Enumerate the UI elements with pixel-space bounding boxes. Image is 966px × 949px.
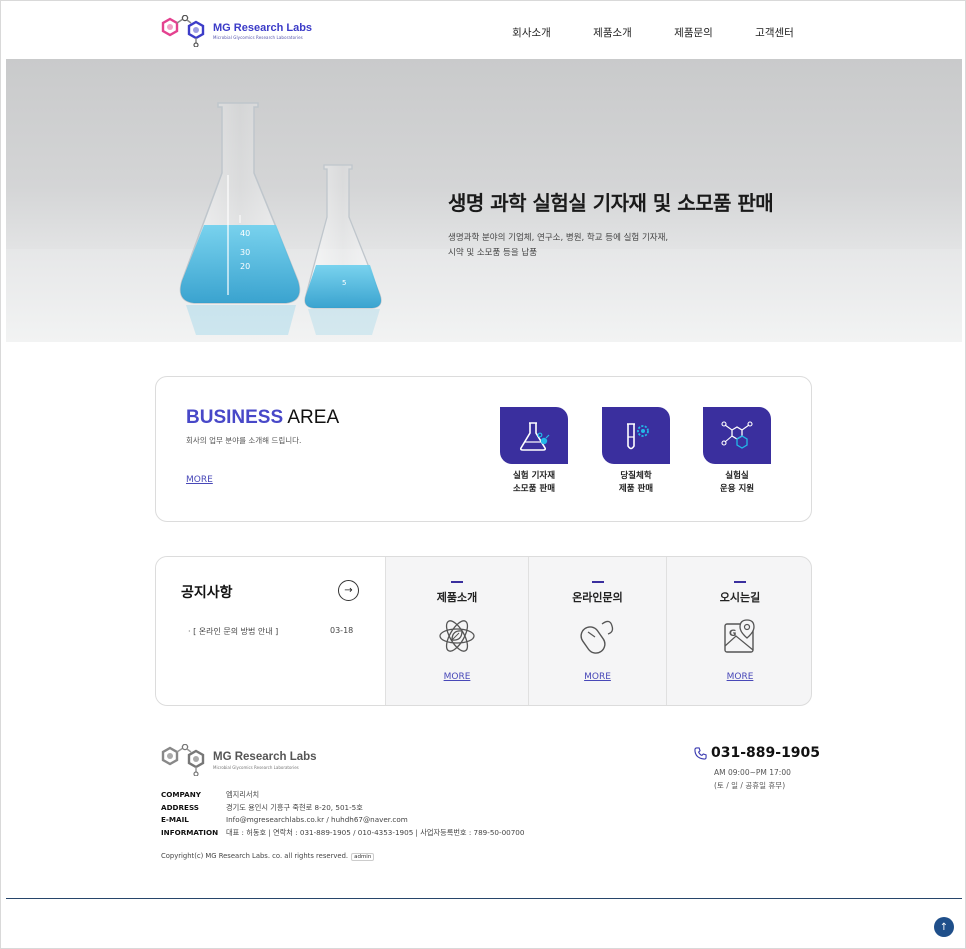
nav-inquiry[interactable]: 제품문의 [653,25,734,40]
atom-leaf-icon [439,620,475,652]
footer-logo[interactable]: MG Research Labs Microbial Glycomics Res… [161,744,317,776]
hero-description: 생명과학 분야의 기업체, 연구소, 병원, 학교 등에 실험 기자재, 시약 … [448,231,668,260]
svg-text:G: G [729,629,736,639]
card-online-inquiry[interactable]: 온라인문의 MORE [529,557,667,705]
business-area-section: BUSINESS AREA 회사의 업무 분야를 소개해 드립니다. MORE … [155,376,812,522]
phone-icon [694,746,707,760]
footer-value: 경기도 용인시 기흥구 죽현로 8-20, 501-5호 [226,802,363,812]
business-item-glycomics[interactable]: 당질체학 제품 판매 [591,407,681,495]
footer-value: 엠지리서치 [226,790,260,799]
business-area-title: BUSINESS AREA [186,407,339,429]
flask-icon [500,407,568,464]
mouse-icon [579,620,613,654]
scroll-to-top-button[interactable]: ↑ [934,917,954,937]
business-item-line2: 운용 지원 [719,483,755,494]
card-more-link[interactable]: MORE [386,672,528,682]
card-accent-bar [451,581,463,583]
footer-row-company: COMPANY 엠지리서치 [161,789,524,802]
svg-text:40: 40 [240,229,250,238]
business-item-label: 실험실 운용 지원 [692,470,782,495]
copyright-text: Copyright(c) MG Research Labs. co. all r… [161,852,349,860]
business-area-desc: 회사의 업무 분야를 소개해 드립니다. [186,436,302,445]
card-accent-bar [591,581,604,583]
site-header: MG Research Labs Microbial Glycomics Res… [1,1,965,59]
business-title-strong: BUSINESS [186,407,284,428]
business-item-line2: 소모품 판매 [512,483,556,494]
logo-title: MG Research Labs [213,21,313,34]
hero-banner: 40 30 20 5 생명 과학 실험실 기자재 및 소모품 판매 생명과학 분… [6,59,962,342]
info-row: 공지사항 → · [ 온라인 문의 방법 안내 ] 03-18 제품소개 MOR… [155,556,812,706]
card-title: 제품소개 [436,591,478,604]
business-item-line1: 실험 기자재 [512,471,556,481]
footer-key: INFORMATION [161,827,219,837]
business-item-label: 당질체학 제품 판매 [591,470,681,495]
molecule-logo-grey-icon [161,744,205,776]
card-more-link[interactable]: MORE [667,672,811,682]
business-more-link[interactable]: MORE [186,475,213,485]
footer-value: 대표 : 허동호 | 연락처 : 031-889-1905 / 010-4353… [226,827,525,837]
molecule-logo-icon [161,15,205,47]
nav-company[interactable]: 회사소개 [491,25,572,40]
footer-logo-title: MG Research Labs [213,750,317,763]
phone-number: 031-889-1905 [711,745,821,761]
admin-link[interactable]: admin [351,853,375,861]
footer-value: Info@mgresearchlabs.co.kr / huhdh67@nave… [226,815,408,825]
hero-title: 생명 과학 실험실 기자재 및 소모품 판매 [448,191,774,215]
svg-text:30: 30 [240,248,250,257]
footer-key: ADDRESS [161,802,199,812]
business-item-line1: 당질체학 [620,471,652,481]
svg-text:5: 5 [342,279,346,287]
footer-phone[interactable]: 031-889-1905 [694,745,820,761]
hours-line1: AM 09:00~PM 17:00 [714,768,791,777]
footer-logo-tagline: Microbial Glycomics Research Laboratorie… [213,764,299,770]
svg-text:20: 20 [240,262,250,271]
hero-desc-line2: 시약 및 소모품 등을 납품 [448,247,538,258]
business-item-equipment[interactable]: 실험 기자재 소모품 판매 [489,407,579,495]
card-more-link[interactable]: MORE [529,672,666,682]
nav-products[interactable]: 제품소개 [572,25,653,40]
notice-item-date: 03-18 [330,626,354,635]
map-pin-icon: G [724,619,755,653]
hero-desc-line1: 생명과학 분야의 기업체, 연구소, 병원, 학교 등에 실험 기자재, [448,233,669,243]
footer-company-info: COMPANY 엠지리서치 ADDRESS 경기도 용인시 기흥구 죽현로 8-20… [161,789,524,839]
business-title-rest: AREA [283,407,340,428]
nav-support[interactable]: 고객센터 [734,25,815,40]
card-title: 오시는길 [719,591,761,604]
card-accent-bar [734,581,746,583]
molecule-network-icon [703,407,771,464]
main-nav: 회사소개 제품소개 제품문의 고객센터 [491,25,815,40]
footer-hours: AM 09:00~PM 17:00 (토 / 일 / 공휴일 휴무) [714,766,791,792]
notice-item-link[interactable]: · [ 온라인 문의 방법 안내 ] [188,626,278,637]
footer-copyright: Copyright(c) MG Research Labs. co. all r… [161,852,375,861]
hours-line2: (토 / 일 / 공휴일 휴무) [714,781,786,790]
test-tube-gear-icon [602,407,670,464]
site-logo[interactable]: MG Research Labs Microbial Glycomics Res… [161,15,312,47]
notice-title: 공지사항 [181,585,233,601]
business-item-line1: 실험실 [725,471,749,481]
footer-key: E-MAIL [161,815,189,825]
hero-table-surface [6,249,962,342]
logo-tagline: Microbial Glycomics Research Laboratorie… [213,34,303,40]
card-title: 온라인문의 [572,591,623,604]
card-directions[interactable]: 오시는길 G MORE [667,557,811,705]
business-item-line2: 제품 판매 [618,483,654,494]
footer-row-email: E-MAIL Info@mgresearchlabs.co.kr / huhdh6… [161,814,524,827]
footer-row-address: ADDRESS 경기도 용인시 기흥구 죽현로 8-20, 501-5호 [161,802,524,815]
notice-panel: 공지사항 → · [ 온라인 문의 방법 안내 ] 03-18 [156,557,386,705]
footer-row-information: INFORMATION 대표 : 허동호 | 연락처 : 031-889-1905… [161,827,524,840]
business-item-lab-support[interactable]: 실험실 운용 지원 [692,407,782,495]
business-item-label: 실험 기자재 소모품 판매 [489,470,579,495]
card-products[interactable]: 제품소개 MORE [386,557,529,705]
notice-more-arrow-icon[interactable]: → [338,580,359,601]
footer-divider [6,898,962,899]
footer-key: COMPANY [161,790,201,799]
flasks-image: 40 30 20 5 [179,102,382,335]
